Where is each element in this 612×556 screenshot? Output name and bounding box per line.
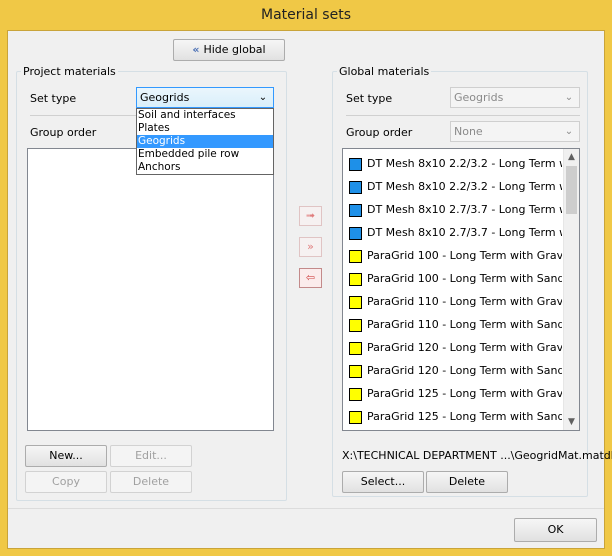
arrow-left-icon: ⇦: [305, 271, 316, 284]
delete-global-material-button[interactable]: Delete: [426, 471, 508, 493]
scroll-down-icon[interactable]: ▼: [564, 414, 579, 430]
material-name: ParaGrid 110 - Long Term with Gravel: [367, 295, 562, 308]
material-color-swatch: [349, 273, 362, 286]
hide-global-button[interactable]: «Hide global: [173, 39, 285, 61]
global-set-type-label: Set type: [346, 92, 393, 105]
material-color-swatch: [349, 411, 362, 424]
global-material-row[interactable]: ParaGrid 100 - Long Term with Sand: [347, 268, 562, 291]
project-set-type-select[interactable]: Geogrids ⌄: [136, 87, 274, 108]
global-group-order-value: None: [454, 125, 483, 138]
global-group-order-select[interactable]: None ⌄: [450, 121, 580, 142]
select-button-label: Select...: [360, 475, 406, 488]
material-color-swatch: [349, 365, 362, 378]
set-type-dropdown-list[interactable]: Soil and interfaces Plates Geogrids Embe…: [136, 108, 274, 175]
global-material-row[interactable]: DT Mesh 8x10 2.7/3.7 - Long Term with G: [347, 199, 562, 222]
double-chevron-left-icon: «: [192, 43, 200, 56]
global-database-path: X:\TECHNICAL DEPARTMENT ...\GeogridMat.m…: [342, 449, 612, 462]
material-color-swatch: [349, 158, 362, 171]
window-title: Material sets: [260, 7, 351, 23]
edit-material-button[interactable]: Edit...: [110, 445, 192, 467]
dropdown-option-soil[interactable]: Soil and interfaces: [137, 109, 273, 122]
global-material-row[interactable]: ParaGrid 110 - Long Term with Gravel: [347, 291, 562, 314]
material-name: DT Mesh 8x10 2.7/3.7 - Long Term with G: [367, 203, 562, 216]
global-material-row[interactable]: DT Mesh 8x10 2.7/3.7 - Long Term with S: [347, 222, 562, 245]
material-name: ParaGrid 125 - Long Term with Sand: [367, 410, 562, 423]
global-material-row[interactable]: ParaGrid 120 - Long Term with Gravel: [347, 337, 562, 360]
global-material-row[interactable]: ParaGrid 110 - Long Term with Sand: [347, 314, 562, 337]
material-name: ParaGrid 100 - Long Term with Sand: [367, 272, 562, 285]
arrow-right-icon: ➟: [305, 209, 316, 222]
global-set-type-value: Geogrids: [454, 91, 504, 104]
window-title-bar: Material sets: [0, 0, 612, 30]
global-material-row[interactable]: DT Mesh 8x10 2.2/3.2 - Long Term with G: [347, 153, 562, 176]
material-color-swatch: [349, 296, 362, 309]
global-material-row[interactable]: ParaGrid 100 - Long Term with Gravel: [347, 245, 562, 268]
dropdown-option-anchors[interactable]: Anchors: [137, 161, 273, 174]
material-color-swatch: [349, 250, 362, 263]
dropdown-option-geogrids[interactable]: Geogrids: [137, 135, 273, 148]
global-divider: [346, 115, 580, 116]
dropdown-option-plates[interactable]: Plates: [137, 122, 273, 135]
material-name: ParaGrid 125 - Long Term with Gravel: [367, 387, 562, 400]
copy-material-button[interactable]: Copy: [25, 471, 107, 493]
double-arrow-right-icon: »: [307, 240, 314, 253]
dialog-body: «Hide global Project materials Set type …: [7, 30, 612, 549]
material-color-swatch: [349, 227, 362, 240]
material-name: DT Mesh 8x10 2.2/3.2 - Long Term with S: [367, 180, 562, 193]
edit-button-label: Edit...: [135, 449, 167, 462]
global-materials-title: Global materials: [337, 65, 432, 78]
project-set-type-value: Geogrids: [140, 91, 190, 104]
material-name: ParaGrid 100 - Long Term with Gravel: [367, 249, 562, 262]
new-material-button[interactable]: New...: [25, 445, 107, 467]
delete-project-material-button[interactable]: Delete: [110, 471, 192, 493]
scroll-up-icon[interactable]: ▲: [564, 149, 579, 165]
material-name: ParaGrid 110 - Long Term with Sand: [367, 318, 562, 331]
material-name: DT Mesh 8x10 2.7/3.7 - Long Term with S: [367, 226, 562, 239]
scroll-thumb[interactable]: [566, 166, 577, 214]
global-material-row[interactable]: ParaGrid 125 - Long Term with Sand: [347, 406, 562, 429]
footer-divider: [8, 508, 604, 509]
copy-to-project-button[interactable]: ➟: [299, 206, 322, 226]
delete-global-button-label: Delete: [448, 475, 486, 488]
global-set-type-select[interactable]: Geogrids ⌄: [450, 87, 580, 108]
material-name: ParaGrid 120 - Long Term with Gravel: [367, 341, 562, 354]
material-color-swatch: [349, 319, 362, 332]
material-name: ParaGrid 120 - Long Term with Sand: [367, 364, 562, 377]
ok-button-label: OK: [547, 523, 564, 536]
ok-button[interactable]: OK: [514, 518, 597, 542]
material-color-swatch: [349, 181, 362, 194]
copy-to-global-button[interactable]: ⇦: [299, 268, 322, 288]
global-material-row[interactable]: DT Mesh 8x10 2.2/3.2 - Long Term with S: [347, 176, 562, 199]
material-name: DT Mesh 8x10 2.2/3.2 - Long Term with G: [367, 157, 562, 170]
global-material-row[interactable]: ParaGrid 125 - Long Term with Gravel: [347, 383, 562, 406]
project-group-order-label: Group order: [30, 126, 97, 139]
global-material-row[interactable]: ParaGrid 120 - Long Term with Sand: [347, 360, 562, 383]
copy-button-label: Copy: [52, 475, 80, 488]
material-color-swatch: [349, 342, 362, 355]
global-materials-list[interactable]: DT Mesh 8x10 2.2/3.2 - Long Term with G D…: [342, 148, 580, 431]
delete-project-button-label: Delete: [132, 475, 170, 488]
chevron-down-icon: ⌄: [564, 92, 574, 103]
material-color-swatch: [349, 204, 362, 217]
select-database-button[interactable]: Select...: [342, 471, 424, 493]
copy-all-to-project-button[interactable]: »: [299, 237, 322, 257]
material-color-swatch: [349, 388, 362, 401]
dropdown-option-embedded-pile-row[interactable]: Embedded pile row: [137, 148, 273, 161]
chevron-down-icon: ⌄: [564, 126, 574, 137]
global-group-order-label: Group order: [346, 126, 413, 139]
project-set-type-label: Set type: [30, 92, 77, 105]
global-list-scrollbar[interactable]: ▲ ▼: [563, 149, 579, 430]
chevron-down-icon: ⌄: [258, 92, 268, 103]
project-materials-title: Project materials: [21, 65, 118, 78]
project-materials-list[interactable]: [27, 148, 274, 431]
new-button-label: New...: [49, 449, 83, 462]
hide-global-label: Hide global: [203, 43, 266, 56]
